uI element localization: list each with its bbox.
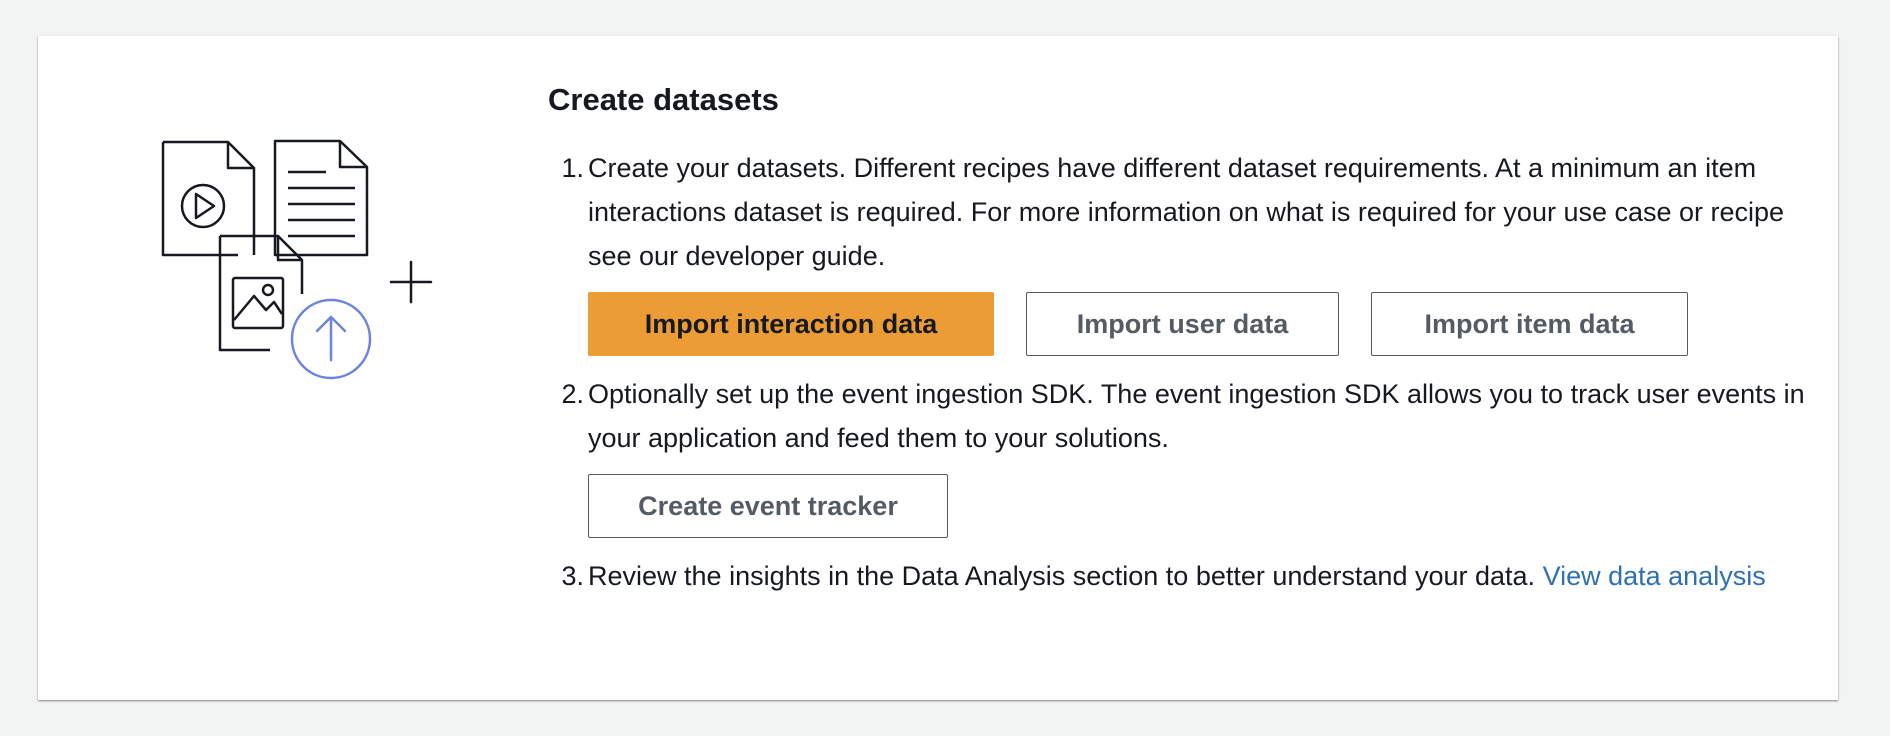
step-2: 2. Optionally set up the event ingestion… bbox=[548, 372, 1808, 538]
video-file-icon bbox=[161, 140, 256, 257]
step-3-body: Review the insights in the Data Analysis… bbox=[588, 554, 1808, 598]
step-text: Optionally set up the event ingestion SD… bbox=[588, 379, 1805, 453]
dataset-illustration-graphic bbox=[161, 139, 433, 380]
create-datasets-card: Create datasets 1. Create your datasets.… bbox=[38, 36, 1838, 700]
step-number: 2. bbox=[561, 379, 584, 409]
step-1-actions: Import interaction data Import user data… bbox=[588, 292, 1808, 356]
step-3: 3. Review the insights in the Data Analy… bbox=[548, 554, 1808, 598]
step-1: 1. Create your datasets. Different recip… bbox=[548, 146, 1808, 356]
import-user-data-button[interactable]: Import user data bbox=[1026, 292, 1339, 356]
steps-list: 1. Create your datasets. Different recip… bbox=[548, 146, 1808, 598]
document-file-icon bbox=[273, 139, 369, 257]
import-item-data-button[interactable]: Import item data bbox=[1371, 292, 1688, 356]
upload-icon bbox=[290, 298, 372, 380]
step-text: Review the insights in the Data Analysis… bbox=[588, 561, 1536, 591]
dataset-illustration bbox=[118, 100, 458, 390]
plus-icon bbox=[389, 260, 433, 304]
step-number: 1. bbox=[561, 153, 584, 183]
create-datasets-content: Create datasets 1. Create your datasets.… bbox=[548, 80, 1808, 598]
import-interaction-data-button[interactable]: Import interaction data bbox=[588, 292, 994, 356]
step-text: Create your datasets. Different recipes … bbox=[588, 153, 1785, 271]
step-number: 3. bbox=[561, 561, 584, 591]
card-title: Create datasets bbox=[548, 82, 779, 117]
view-data-analysis-link[interactable]: View data analysis bbox=[1543, 561, 1766, 591]
image-file-icon bbox=[218, 234, 304, 352]
step-2-actions: Create event tracker bbox=[588, 474, 1808, 538]
create-event-tracker-button[interactable]: Create event tracker bbox=[588, 474, 948, 538]
